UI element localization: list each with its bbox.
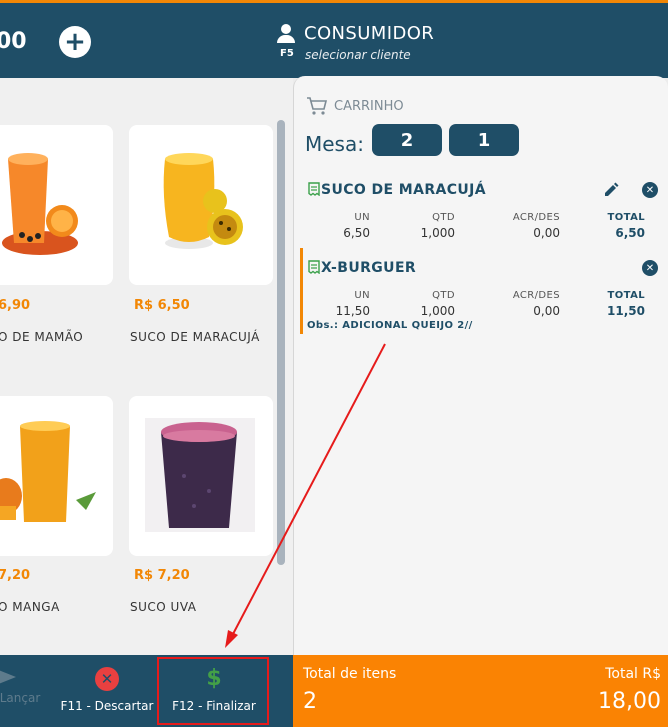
top-left-value: 00 [0,29,27,54]
col-header-un: UN [354,212,370,223]
discard-icon: ✕ [95,667,119,691]
finalize-button[interactable]: $ F12 - Finalizar [163,666,265,714]
cart-title: CARRINHO [306,96,404,116]
remove-item-button[interactable]: ✕ [641,259,659,277]
item-acr: 0,00 [533,226,560,240]
items-count-label: Total de itens [303,666,397,682]
product-name: O DE MAMÃO [0,330,84,344]
col-header-acr: ACR/DES [512,212,560,223]
customer-name: CONSUMIDOR [304,23,435,44]
col-header-total: TOTAL [607,212,645,223]
receipt-icon [308,182,320,196]
product-name: SUCO DE MARACUJÁ [130,330,260,344]
col-header-total: TOTAL [607,290,645,301]
discard-button[interactable]: ✕ F11 - Descartar [56,667,158,713]
product-grid: 6,90 O DE MAMÃO R$ 6,50 SUCO DE MARACUJÁ… [0,78,293,655]
item-acr: 0,00 [533,304,560,318]
lancar-button[interactable]: Lançar [0,667,44,705]
passion-fruit-juice-image [163,153,243,249]
finalize-label: F12 - Finalizar [172,699,256,713]
mesa-value-2[interactable]: 1 [449,124,519,156]
product-price: 6,90 [0,298,31,313]
product-name: O MANGA [0,600,60,614]
product-price: 7,20 [0,568,31,583]
edit-icon[interactable] [602,181,620,199]
product-price: R$ 7,20 [134,568,190,583]
customer-hint: selecionar cliente [305,48,411,62]
item-observation: Obs.: ADICIONAL QUEIJO 2// [307,320,473,331]
action-bar: Lançar ✕ F11 - Descartar $ F12 - Finaliz… [0,655,293,727]
discard-label: F11 - Descartar [60,699,154,713]
col-header-qtd: QTD [432,290,455,301]
top-bar: 00 + F5 CONSUMIDOR selecionar cliente [0,0,668,78]
item-un: 11,50 [335,304,370,318]
remove-item-button[interactable]: ✕ [641,181,659,199]
receipt-icon [308,260,320,274]
grape-juice-image [145,418,255,532]
cart-item-name: X-BURGUER [321,260,417,276]
item-total: 6,50 [615,226,645,240]
add-button[interactable]: + [59,26,91,58]
mesa-label: Mesa: [305,132,364,156]
papaya-juice-image [2,153,78,255]
col-header-qtd: QTD [432,212,455,223]
total-value: 18,00 [598,689,661,714]
col-header-acr: ACR/DES [512,290,560,301]
close-icon: ✕ [642,182,658,198]
cart-panel: CARRINHO Mesa: 2 1 SUCO DE MARACUJÁ ✕ UN… [293,76,668,655]
customer-shortcut: F5 [280,48,294,59]
cart-item[interactable]: SUCO DE MARACUJÁ ✕ UN QTD ACR/DES TOTAL … [300,176,666,246]
item-qtd: 1,000 [420,304,455,318]
dollar-icon: $ [206,666,222,691]
send-icon [0,670,16,684]
mango-juice-image [0,421,96,522]
cart-item-name: SUCO DE MARACUJÁ [321,182,487,198]
product-card-mamao[interactable] [0,125,113,285]
items-count-value: 2 [303,689,317,714]
item-qtd: 1,000 [420,226,455,240]
mesa-value-1[interactable]: 2 [372,124,442,156]
cart-icon [307,97,328,115]
close-icon: ✕ [642,260,658,276]
cart-item[interactable]: X-BURGUER ✕ UN QTD ACR/DES TOTAL 11,50 1… [300,248,666,334]
user-icon [276,24,296,44]
product-name: SUCO UVA [130,600,197,614]
lancar-label: Lançar [0,691,41,705]
product-price: R$ 6,50 [134,298,190,313]
product-scrollbar[interactable] [277,120,285,565]
cart-title-label: CARRINHO [334,98,404,114]
item-total: 11,50 [607,304,645,318]
totals-bar: Total de itens 2 Total R$ 18,00 [293,655,668,727]
product-card-manga[interactable] [0,396,113,556]
product-card-maracuja[interactable] [129,125,273,285]
total-value-label: Total R$ [605,666,661,682]
item-un: 6,50 [343,226,370,240]
product-card-uva[interactable] [129,396,273,556]
col-header-un: UN [354,290,370,301]
